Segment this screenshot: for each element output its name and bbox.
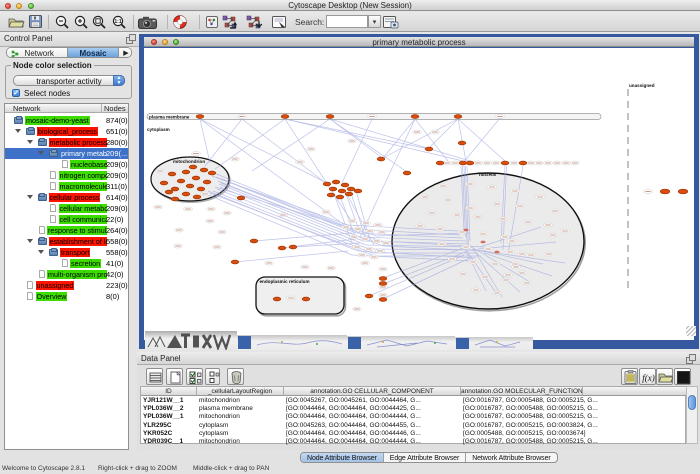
- svg-text:endoplasmic reticulum: endoplasmic reticulum: [260, 279, 310, 284]
- svg-text:unassigned: unassigned: [629, 83, 655, 88]
- svg-text:plasma membrane: plasma membrane: [149, 114, 190, 119]
- svg-text:mitochondrion: mitochondrion: [173, 159, 205, 164]
- svg-text:cytoplasm: cytoplasm: [147, 127, 170, 132]
- svg-text:nucleus: nucleus: [479, 172, 497, 177]
- svg-text:1:1: 1:1: [114, 19, 121, 25]
- svg-text:f(x): f(x): [642, 373, 655, 383]
